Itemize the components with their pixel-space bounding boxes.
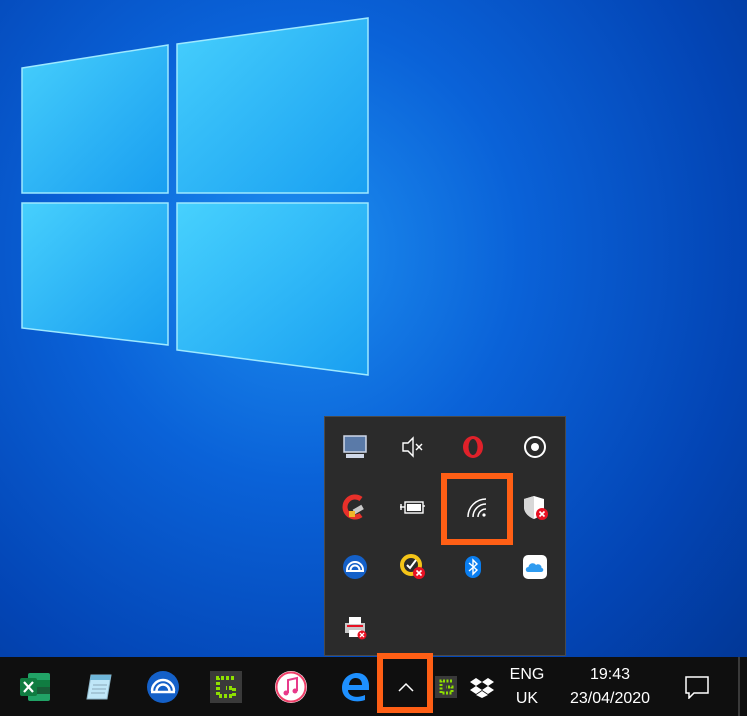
record-circle-icon	[524, 436, 546, 458]
volume-muted-icon	[402, 436, 423, 458]
language-region: UK	[515, 689, 539, 707]
show-desktop-button[interactable]	[738, 657, 740, 716]
tray-item-monitor[interactable]	[327, 419, 383, 475]
bluetooth-icon	[465, 556, 481, 578]
greenshot-tray-icon	[435, 675, 457, 698]
taskbar-app-edge[interactable]	[326, 657, 384, 716]
taskbar-app-greenshot[interactable]	[197, 657, 255, 716]
tray-item-opera[interactable]	[445, 419, 501, 475]
tray-item-hotspot-shield[interactable]	[327, 539, 383, 595]
dropbox-icon	[470, 677, 494, 698]
norton-alert-icon	[400, 554, 425, 579]
excel-icon	[20, 672, 50, 701]
battery-power-icon	[400, 501, 425, 514]
ccleaner-icon	[342, 494, 364, 520]
language-code: ENG	[509, 665, 545, 683]
tray-item-battery[interactable]	[385, 479, 441, 535]
tray-item-record[interactable]	[507, 419, 563, 475]
tray-item-wireless[interactable]	[448, 479, 504, 535]
greenshot-icon	[210, 670, 242, 703]
clock-date: 23/04/2020	[569, 689, 651, 707]
clock[interactable]: 19:43 23/04/2020	[558, 657, 662, 716]
taskbar-app-itunes[interactable]	[262, 657, 320, 716]
monitor-app-icon	[343, 435, 367, 458]
action-center-button[interactable]	[672, 657, 722, 716]
tray-item-bluetooth[interactable]	[445, 539, 501, 595]
windows-security-alert-icon	[524, 496, 548, 520]
tray-item-windows-security[interactable]	[507, 479, 563, 535]
itunes-icon	[275, 670, 307, 703]
action-center-icon	[685, 675, 709, 699]
taskbar: ENG UK 19:43 23/04/2020	[0, 653, 747, 716]
taskbar-app-excel[interactable]	[6, 657, 64, 716]
notepad-icon	[86, 674, 112, 699]
wireless-network-icon	[467, 498, 487, 518]
taskbar-app-notepad[interactable]	[69, 657, 127, 716]
tray-overflow-flyout	[324, 416, 566, 656]
printer-error-icon	[345, 617, 367, 640]
icloud-icon	[523, 555, 547, 579]
opera-icon	[463, 436, 483, 458]
taskbar-tray-greenshot[interactable]	[432, 657, 460, 716]
tray-item-icloud[interactable]	[507, 539, 563, 595]
taskbar-app-hotspot-shield[interactable]	[134, 657, 192, 716]
hotspot-shield-icon	[343, 555, 367, 579]
show-hidden-icons-button[interactable]	[380, 657, 432, 716]
tray-item-norton[interactable]	[385, 539, 441, 595]
edge-icon	[342, 672, 369, 701]
taskbar-tray-dropbox[interactable]	[466, 657, 498, 716]
tray-item-printer[interactable]	[327, 599, 383, 655]
tray-item-volume[interactable]	[385, 419, 441, 475]
tray-item-ccleaner[interactable]	[327, 479, 383, 535]
hotspot-shield-taskbar-icon	[147, 670, 179, 703]
input-language-indicator[interactable]: ENG UK	[503, 657, 551, 716]
chevron-up-icon	[398, 682, 414, 692]
clock-time: 19:43	[589, 665, 631, 683]
